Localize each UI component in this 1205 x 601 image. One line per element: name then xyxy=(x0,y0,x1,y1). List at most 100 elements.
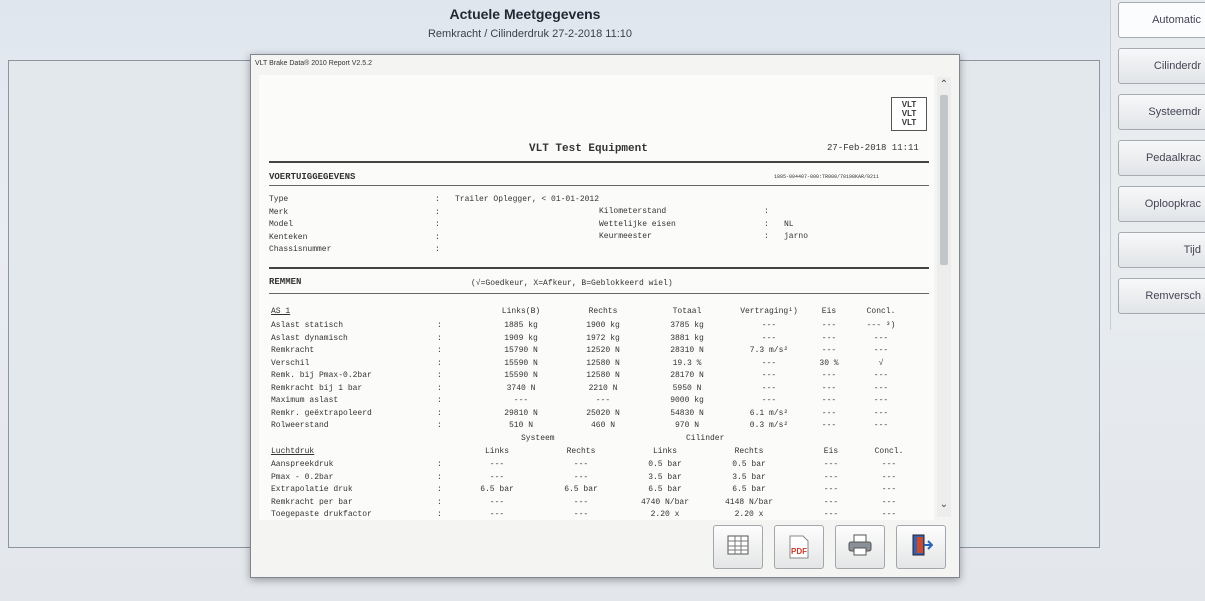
menu-button-systeemdruk[interactable]: Systeemdr xyxy=(1118,94,1205,130)
table-cell: --- xyxy=(873,346,889,355)
table-cell: --- ³) xyxy=(866,321,896,330)
table-row-sep: : xyxy=(437,383,442,393)
table-cell: 1900 kg xyxy=(586,321,620,330)
table-row-sep: : xyxy=(437,472,442,482)
table-cell: --- xyxy=(873,333,889,343)
table-cell: 19.3 % xyxy=(672,358,702,368)
table-row-label: Aslast statisch xyxy=(271,321,344,330)
table-cell: --- xyxy=(881,510,897,519)
table-cell: 3785 kg xyxy=(670,321,704,330)
vlt-logo: VLT VLT VLT xyxy=(891,97,927,131)
menu-button-cilinderdruk[interactable]: Cilinderdr xyxy=(1118,48,1205,84)
axle-label: AS 1 xyxy=(271,307,291,316)
vehicle-field-label: Merk xyxy=(269,207,289,217)
window-title: Actuele Meetgegevens xyxy=(449,6,601,22)
report-datetime: 27-Feb-2018 11:11 xyxy=(827,143,919,153)
column-header: Rechts xyxy=(734,447,764,456)
table-row-sep: : xyxy=(437,333,442,343)
export-pdf-button[interactable]: PDF xyxy=(774,525,824,569)
table-row-label: Remk. bij Pmax-0.2bar xyxy=(271,371,372,380)
menu-button-pedaalkracht[interactable]: Pedaalkrac xyxy=(1118,140,1205,176)
column-header: Links(B) xyxy=(501,307,541,316)
column-header: Totaal xyxy=(672,307,702,316)
table-cell: 2.20 x xyxy=(650,510,680,519)
table-cell: 3.5 bar xyxy=(648,472,682,482)
vehicle-field-label: Keurmeester xyxy=(599,232,652,241)
vehicle-field-label: Kilometerstand xyxy=(599,207,667,216)
table-cell: 2210 N xyxy=(588,383,618,393)
table-cell: 15590 N xyxy=(504,358,538,368)
table-cell: --- xyxy=(489,510,505,519)
table-cell: --- xyxy=(489,472,505,482)
divider xyxy=(269,185,929,186)
table-cell: 460 N xyxy=(590,421,615,430)
table-cell: --- xyxy=(573,497,589,507)
table-cell: 3.5 bar xyxy=(732,472,766,482)
print-button[interactable] xyxy=(835,525,885,569)
table-cell: 1972 kg xyxy=(586,333,620,343)
table-cell: 6.5 bar xyxy=(480,485,514,494)
report-page: VLT VLT VLT VLT Test Equipment 27-Feb-20… xyxy=(259,75,934,520)
vehicle-field-sep: : xyxy=(435,207,440,217)
menu-button-tijd[interactable]: Tijd xyxy=(1118,232,1205,268)
column-header: Links xyxy=(484,447,509,456)
table-cell: 6.5 bar xyxy=(564,485,598,494)
table-row-label: Rolweerstand xyxy=(271,421,329,430)
table-cell: --- xyxy=(595,396,611,405)
table-row-sep: : xyxy=(437,321,442,330)
table-row-sep: : xyxy=(437,346,442,355)
table-row-label: Aanspreekdruk xyxy=(271,460,334,469)
vehicle-field-sep: : xyxy=(764,219,769,229)
menu-button-remverschil[interactable]: Remversch xyxy=(1118,278,1205,314)
table-row-label: Verschil xyxy=(271,358,310,368)
chevron-up-icon[interactable]: ⌃ xyxy=(938,79,950,90)
table-cell: --- xyxy=(573,472,589,482)
company-name: VLT Test Equipment xyxy=(529,143,648,155)
table-cell: 25020 N xyxy=(586,408,620,418)
table-row-label: Remkracht per bar xyxy=(271,497,353,507)
scroll-thumb[interactable] xyxy=(940,95,948,265)
vehicle-field-value: Trailer Oplegger, < 01-01-2012 xyxy=(455,195,600,204)
table-cell: 15590 N xyxy=(504,371,538,380)
column-header: Concl. xyxy=(874,447,904,456)
vehicle-field-label: Chassisnummer xyxy=(269,245,332,254)
table-cell: 29810 N xyxy=(504,408,538,418)
table-cell: --- xyxy=(573,510,589,519)
table-cell: 970 N xyxy=(674,421,699,430)
report-scrollbar[interactable]: ⌃ ⌄ xyxy=(937,77,951,517)
table-row-sep: : xyxy=(437,408,442,418)
brakes-section-title: REMMEN xyxy=(269,277,302,287)
pdf-icon: PDF xyxy=(788,535,810,559)
exit-button[interactable] xyxy=(896,525,946,569)
vehicle-id: 1895-004407-000:TR000/70198KAR/0211 xyxy=(774,174,880,180)
exit-icon xyxy=(909,533,934,562)
table-cell: 0.5 bar xyxy=(648,460,682,469)
table-cell: --- xyxy=(881,460,897,469)
table-cell: 4740 N/bar xyxy=(640,497,689,507)
window-subtitle: Remkracht / Cilinderdruk 27-2-2018 11:10 xyxy=(427,28,632,40)
table-row-label: Remkr. geëxtrapoleerd xyxy=(271,408,372,418)
column-header: Links xyxy=(652,447,677,456)
menu-button-automatic[interactable]: Automatic xyxy=(1118,2,1205,38)
table-cell: --- xyxy=(489,460,505,469)
menu-button-oploopkracht[interactable]: Oploopkrac xyxy=(1118,186,1205,222)
table-cell: --- xyxy=(489,497,505,507)
table-row-label: Toegepaste drukfactor xyxy=(271,510,372,519)
table-cell: √ xyxy=(878,358,884,368)
table-cell: 5950 N xyxy=(672,383,702,393)
table-cell: --- xyxy=(573,460,589,469)
table-cell: 15790 N xyxy=(504,346,538,355)
export-excel-button[interactable] xyxy=(713,525,763,569)
column-header: Rechts xyxy=(588,307,618,316)
table-cell: 28310 N xyxy=(670,346,704,355)
table-cell: 12520 N xyxy=(586,346,620,355)
vehicle-field-sep: : xyxy=(764,232,769,241)
table-cell: 0.5 bar xyxy=(732,460,766,469)
table-cell: 510 N xyxy=(508,421,533,430)
table-cell: --- xyxy=(881,497,897,507)
table-cell: 4148 N/bar xyxy=(724,497,773,507)
table-cell: 28170 N xyxy=(670,371,704,380)
vehicle-field-value: NL xyxy=(784,219,794,229)
chevron-down-icon[interactable]: ⌄ xyxy=(938,499,950,510)
table-cell: --- xyxy=(873,396,889,405)
